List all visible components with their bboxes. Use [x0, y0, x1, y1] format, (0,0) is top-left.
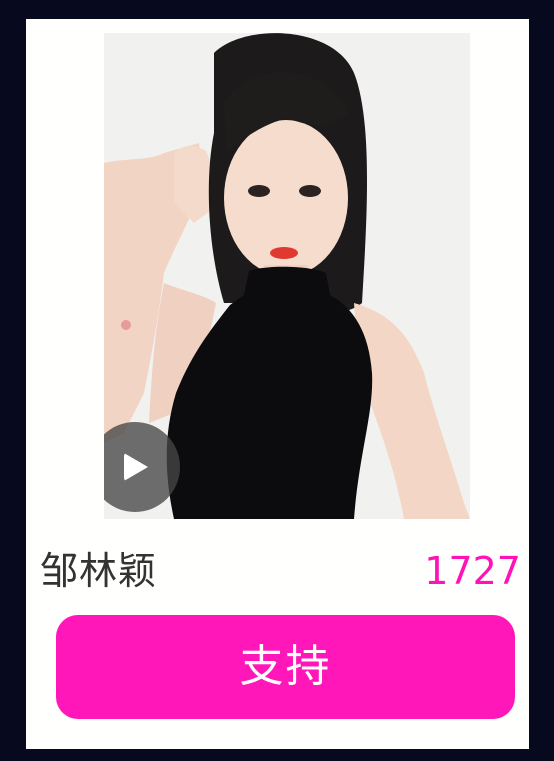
candidate-card: 邹林颖 1727 支持 [26, 19, 529, 749]
vote-count: 1727 [424, 549, 521, 593]
support-button[interactable]: 支持 [56, 615, 515, 719]
candidate-name: 邹林颖 [40, 549, 158, 593]
candidate-photo[interactable] [104, 33, 470, 519]
play-icon [124, 453, 148, 481]
